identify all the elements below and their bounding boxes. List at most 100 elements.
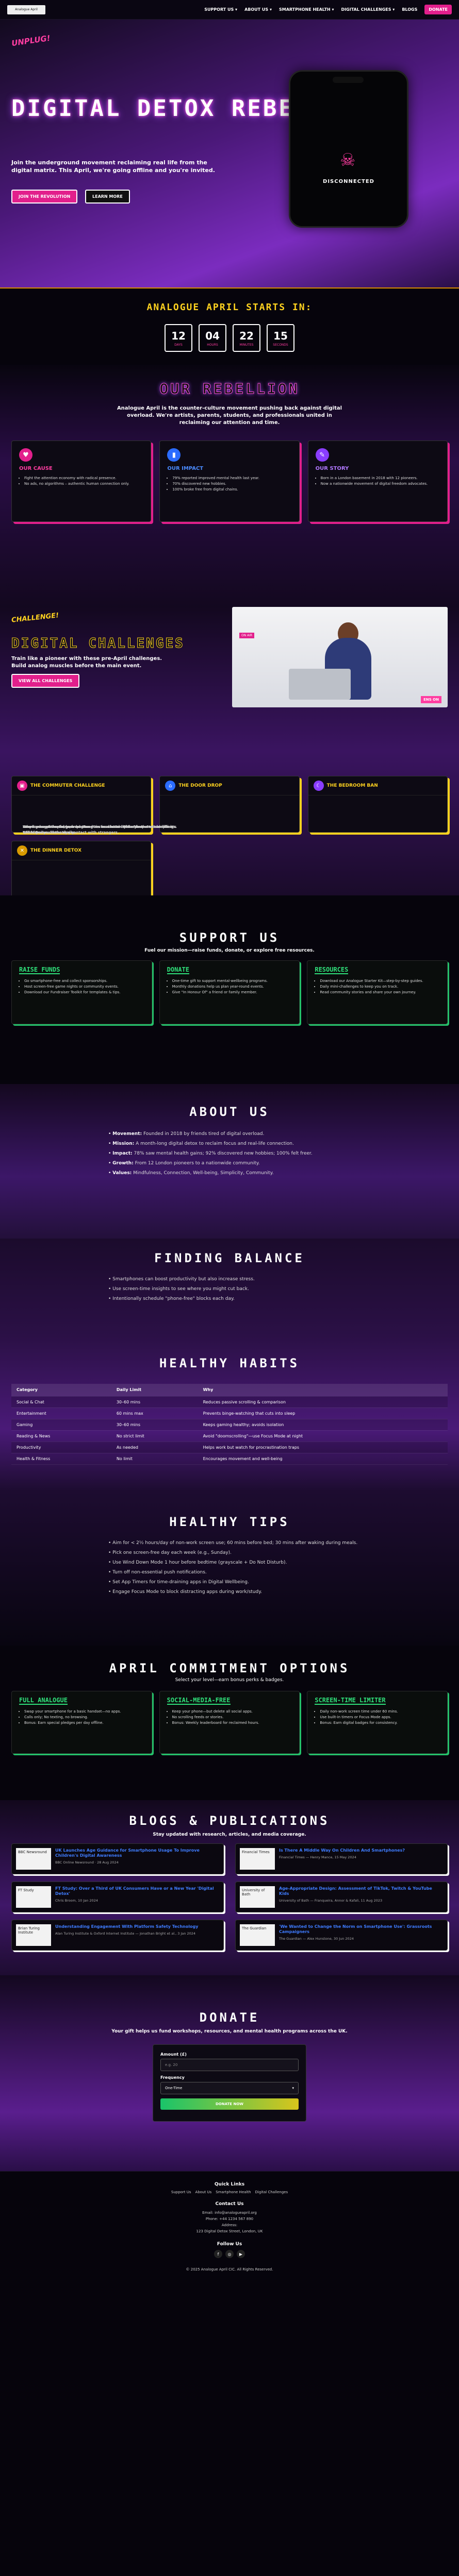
table-row: Social & Chat 30–60 mins Reduces passive s… [11,1396,448,1408]
blog-card[interactable]: FT Study FT Study: Over a Third of UK Con… [11,1882,224,1912]
card-title: OUR IMPACT [167,466,204,471]
habits-table: Category Daily Limit Why Social & Chat 30–6… [11,1384,448,1465]
footer-link-challenges[interactable]: Digital Challenges [255,2190,288,2194]
countdown-seconds: 15 SECONDS [267,324,294,352]
habits-title: HEALTHY HABITS [159,1356,300,1370]
bed-icon: ☾ [313,781,324,791]
options-subtitle: Select your level—earn bonus perks & bad… [175,1677,284,1683]
learn-more-button[interactable]: LEARN MORE [85,190,130,204]
blog-thumbnail: University of Bath [240,1886,275,1908]
footer-link-about[interactable]: About Us [195,2190,212,2194]
full-analogue-card[interactable]: FULL ANALOGUESwap your smartphone for a … [11,1691,152,1754]
contact-phone[interactable]: Phone: +44 1234 567 890 [0,2216,459,2222]
blog-card[interactable]: The Guardian 'We Wanted to Change the Nor… [235,1920,448,1951]
amount-input[interactable]: e.g. 20 [160,2059,299,2071]
commitment-options-section: APRIL COMMITMENT OPTIONS Select your lev… [0,1646,459,1800]
bedroom-ban-card: ☾ THE BEDROOM BAN Your bedroom is phone-f… [23,776,448,835]
nav-blogs[interactable]: BLOGS [402,7,417,12]
nav-links: SUPPORT US ▾ ABOUT US ▾ SMARTPHONE HEALT… [204,5,452,14]
about-section: ABOUT US Movement: Founded in 2018 by fr… [0,1084,459,1239]
donate-title: DONATE [199,2010,260,2025]
amount-label: Amount (£) [160,2052,187,2057]
blogs-section: BLOGS & PUBLICATIONS Stay updated with r… [0,1800,459,1975]
donate-section: DONATE Your gift helps us fund workshops… [0,1975,459,2171]
photo-badge-2: ENS ON [421,696,441,703]
about-list: Movement: Founded in 2018 by friends tir… [108,1129,313,1178]
challenge-tag: CHALLENGE! [11,612,59,624]
contact-title: Contact Us [215,2201,244,2207]
support-section: SUPPORT US Fuel our mission—raise funds,… [0,895,459,1084]
instagram-icon[interactable]: ◎ [225,2250,234,2258]
story-card: ✎ OUR STORY Born in a London basement in… [307,440,448,522]
chevron-down-icon: ▾ [292,2086,294,2090]
view-all-challenges-button[interactable]: VIEW ALL CHALLENGES [11,674,80,688]
challenges-text: Train like a pioneer with these pre-Apri… [11,656,162,669]
blogs-title: BLOGS & PUBLICATIONS [129,1814,330,1828]
hero-section: UNPLUG! DIGITAL DETOX REBELLION Join the… [0,20,459,287]
screen-time-limiter-card[interactable]: SCREEN-TIME LIMITERDaily non-work screen… [307,1691,448,1754]
countdown-title: ANALOGUE APRIL STARTS IN: [146,302,313,313]
chart-icon: ▮ [167,448,181,462]
footer-link-support[interactable]: Support Us [171,2190,191,2194]
balance-section: FINDING BALANCE Smartphones can boost pr… [0,1239,459,1336]
donate-subtitle: Your gift helps us fund workshops, resou… [111,2029,348,2034]
nav-support-us[interactable]: SUPPORT US ▾ [204,7,237,12]
frequency-select[interactable]: One-Time ▾ [160,2082,299,2094]
door-icon: ⌂ [165,781,176,791]
facebook-icon[interactable]: f [214,2250,222,2258]
habits-section: HEALTHY HABITS Category Daily Limit Why So… [0,1336,459,1491]
tips-section: HEALTHY TIPS Aim for < 2½ hours/day of n… [0,1491,459,1646]
donate-form: Amount (£) e.g. 20 Frequency One-Time ▾ D… [153,2044,306,2122]
top-nav: Analogue April SUPPORT US ▾ ABOUT US ▾ S… [0,0,459,20]
phone-notch [333,77,364,83]
blog-card[interactable]: Financial Times Is There A Middle Way On … [235,1843,448,1874]
rebellion-lead: Analogue April is the counter-culture mo… [117,405,342,426]
nav-digital-challenges[interactable]: DIGITAL CHALLENGES ▾ [341,7,395,12]
contact-email[interactable]: Email: info@analogueapril.org [0,2210,459,2216]
table-row: Reading & News No strict limit Avoid "doom… [11,1430,448,1442]
tips-list: Aim for < 2½ hours/day of non-work scree… [108,1538,357,1597]
photo-laptop [289,669,351,700]
about-title: ABOUT US [189,1105,270,1119]
impact-card: ▮ OUR IMPACT 79% reported improved menta… [159,440,300,522]
footer: Quick Links Support Us About Us Smartpho… [0,2171,459,2297]
social-media-free-card[interactable]: SOCIAL-MEDIA-FREEKeep your phone—but del… [159,1691,300,1754]
contact-address: 123 Digital Detox Street, London, UK [196,2229,263,2233]
blog-card[interactable]: BBC Newsround UK Launches Age Guidance fo… [11,1843,224,1874]
nav-smartphone-health[interactable]: SMARTPHONE HEALTH ▾ [279,7,334,12]
blog-thumbnail: Financial Times [240,1848,275,1870]
table-row: Health & Fitness No limit Encourages movem… [11,1453,448,1465]
blog-card[interactable]: University of Bath Age-Appropriate Design… [235,1882,448,1912]
table-row: Productivity As needed Helps work but watc… [11,1442,448,1453]
donate-now-button[interactable]: DONATE NOW [160,2098,299,2110]
tips-title: HEALTHY TIPS [169,1515,290,1529]
nav-about-us[interactable]: ABOUT US ▾ [244,7,272,12]
raise-funds-card: RAISE FUNDSGo smartphone-free and collec… [11,960,152,1024]
countdown-days: 12 DAYS [165,324,192,352]
site-logo[interactable]: Analogue April [7,5,45,14]
cause-card: ♥ OUR CAUSE Fight the attention economy … [11,440,152,522]
footer-link-health[interactable]: Smartphone Health [216,2190,251,2194]
phone-illustration: ☠ DISCONNECTED [289,70,408,228]
countdown-minutes: 22 MINUTES [233,324,260,352]
card-title: OUR STORY [315,466,349,471]
blog-thumbnail: FT Study [16,1886,51,1908]
card-title: OUR CAUSE [19,466,53,471]
join-revolution-button[interactable]: JOIN THE REVOLUTION [11,190,78,204]
skull-icon: ☠ [340,150,356,171]
challenge-photo: ON AIR ENS ON [232,607,448,707]
support-subtitle: Fuel our mission—raise funds, donate, or… [144,948,315,953]
blogs-subtitle: Stay updated with research, articles, an… [153,1832,306,1837]
photo-badge: ON AIR [239,633,255,638]
hero-text: Join the underground movement reclaiming… [11,159,215,174]
resources-card: RESOURCESDownload our Analogue Starter K… [307,960,448,1024]
heart-icon: ♥ [19,448,32,462]
youtube-icon[interactable]: ▶ [237,2250,245,2258]
blog-thumbnail: Brian Turing Institute [16,1924,51,1946]
countdown-hours: 04 HOURS [199,324,226,352]
contact-address-label: Address: [221,2223,238,2227]
hero-tag: UNPLUG! [11,33,51,48]
blog-thumbnail: The Guardian [240,1924,275,1946]
blog-card[interactable]: Brian Turing Institute Understanding Enga… [11,1920,224,1951]
nav-donate-button[interactable]: DONATE [424,5,452,14]
